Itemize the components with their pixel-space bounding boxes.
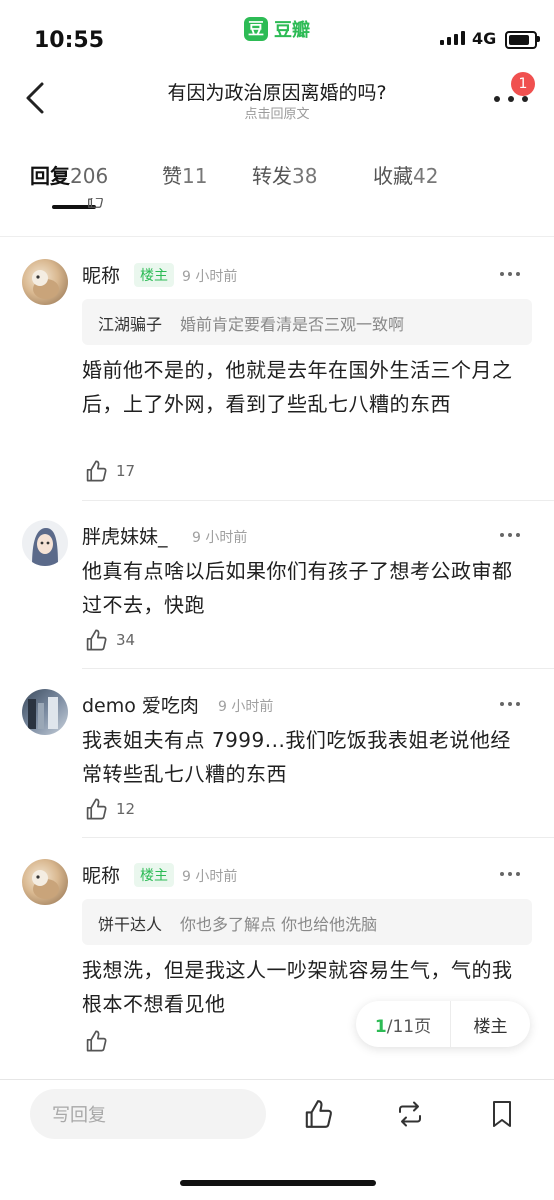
current-page: 1 [374, 1016, 387, 1037]
comment-time: 9 小时前 [218, 699, 274, 715]
app-indicator: 豆 豆瓣 [244, 16, 310, 42]
status-time: 10:55 [34, 28, 105, 53]
username[interactable]: 胖虎妹妹_ [82, 522, 168, 549]
reply-box[interactable] [30, 1089, 266, 1141]
avatar[interactable] [22, 859, 68, 905]
tab-label: 赞 [162, 164, 182, 188]
divider [0, 236, 554, 237]
tab-count: 11 [182, 164, 208, 188]
douban-logo-icon: 豆 [244, 17, 268, 41]
battery-icon [505, 31, 537, 49]
back-to-original-link[interactable]: 点击回原文 [0, 103, 554, 122]
thumbs-up-icon [305, 1100, 332, 1128]
divider [82, 500, 554, 501]
page-navigator: 1/11页 楼主 [356, 1001, 530, 1047]
comment-text: 他真有点啥以后如果你们有孩子了想考公政审都过不去，快跑 [82, 559, 513, 617]
bookmark-button[interactable] [486, 1098, 518, 1130]
battery-tip [537, 36, 540, 42]
op-badge: 楼主 [134, 863, 174, 887]
username[interactable]: demo 爱吃肉 [82, 691, 199, 718]
tab-reposts[interactable]: 转发38 [252, 160, 317, 189]
divider [82, 668, 554, 669]
comment-text: 婚前他不是的，他就是去年在国外生活三个月之后，上了外网，看到了些乱七八糟的东西 [82, 358, 513, 416]
comment-text: 我表姐夫有点 7999...我们吃饭我表姐老说他经常转些乱七八糟的东西 [82, 728, 511, 786]
notification-badge: 1 [511, 72, 535, 96]
thumbs-up-icon [86, 460, 107, 482]
tab-label: 转发 [252, 164, 292, 188]
tab-count: 206 [70, 164, 109, 188]
tab-count: 38 [292, 164, 318, 188]
avatar[interactable] [22, 259, 68, 305]
username[interactable]: 昵称 [82, 261, 120, 288]
quoted-reply[interactable]: 饼干达人 你也多了解点 你也给他洗脑 [82, 899, 532, 945]
like-count: 17 [116, 462, 136, 480]
comment-more-button[interactable] [500, 267, 524, 283]
total-pages: /11页 [386, 1016, 432, 1037]
comment-time: 9 小时前 [182, 869, 238, 885]
signal-icon [440, 31, 465, 45]
page-indicator-button[interactable]: 1/11页 [356, 1012, 450, 1037]
thumbs-up-icon [86, 629, 107, 651]
bookmark-icon [493, 1101, 511, 1127]
like-count: 34 [116, 631, 136, 649]
username[interactable]: 昵称 [82, 861, 120, 888]
network-type: 4G [472, 29, 497, 48]
tab-label: 收藏 [373, 164, 413, 188]
divider [0, 1079, 554, 1080]
tab-label: 回复 [30, 164, 70, 188]
tab-collections[interactable]: 收藏42 [373, 160, 438, 189]
thumbs-up-icon [86, 798, 107, 820]
like-count: 12 [116, 800, 136, 818]
tab-bar: 回复206 赞11 转发38 收藏42 [0, 160, 554, 196]
op-badge: 楼主 [134, 263, 174, 287]
avatar[interactable] [22, 520, 68, 566]
tab-count: 42 [413, 164, 439, 188]
like-post-button[interactable] [302, 1098, 334, 1130]
repost-icon [399, 1101, 421, 1127]
quoted-text: 婚前肯定要看清是否三观一致啊 [180, 315, 405, 334]
repost-button[interactable] [394, 1098, 426, 1130]
like-button[interactable]: 34 [84, 628, 135, 652]
reply-input[interactable] [50, 1089, 254, 1141]
like-button[interactable]: 12 [84, 797, 135, 821]
thumbs-up-icon [86, 198, 104, 218]
like-button[interactable]: 17 [84, 459, 135, 483]
tab-likes[interactable]: 赞11 [162, 160, 207, 189]
page-title[interactable]: 有因为政治原因离婚的吗? [0, 78, 554, 105]
quoted-text: 你也多了解点 你也给他洗脑 [180, 915, 378, 934]
like-button[interactable] [84, 1029, 116, 1053]
quoted-username: 饼干达人 [98, 915, 163, 934]
quoted-username: 江湖骗子 [98, 315, 163, 334]
comment-more-button[interactable] [500, 867, 524, 883]
comment-more-button[interactable] [500, 528, 524, 544]
comment-time: 9 小时前 [192, 530, 248, 546]
avatar[interactable] [22, 689, 68, 735]
op-only-button[interactable]: 楼主 [451, 1012, 530, 1037]
quoted-reply[interactable]: 江湖骗子 婚前肯定要看清是否三观一致啊 [82, 299, 532, 345]
divider [82, 837, 554, 838]
tab-replies[interactable]: 回复206 [30, 160, 108, 189]
app-name: 豆瓣 [274, 20, 310, 41]
comment-time: 9 小时前 [182, 269, 238, 285]
comment-more-button[interactable] [500, 697, 524, 713]
thumbs-up-icon [86, 1030, 107, 1052]
home-indicator [180, 1180, 376, 1186]
